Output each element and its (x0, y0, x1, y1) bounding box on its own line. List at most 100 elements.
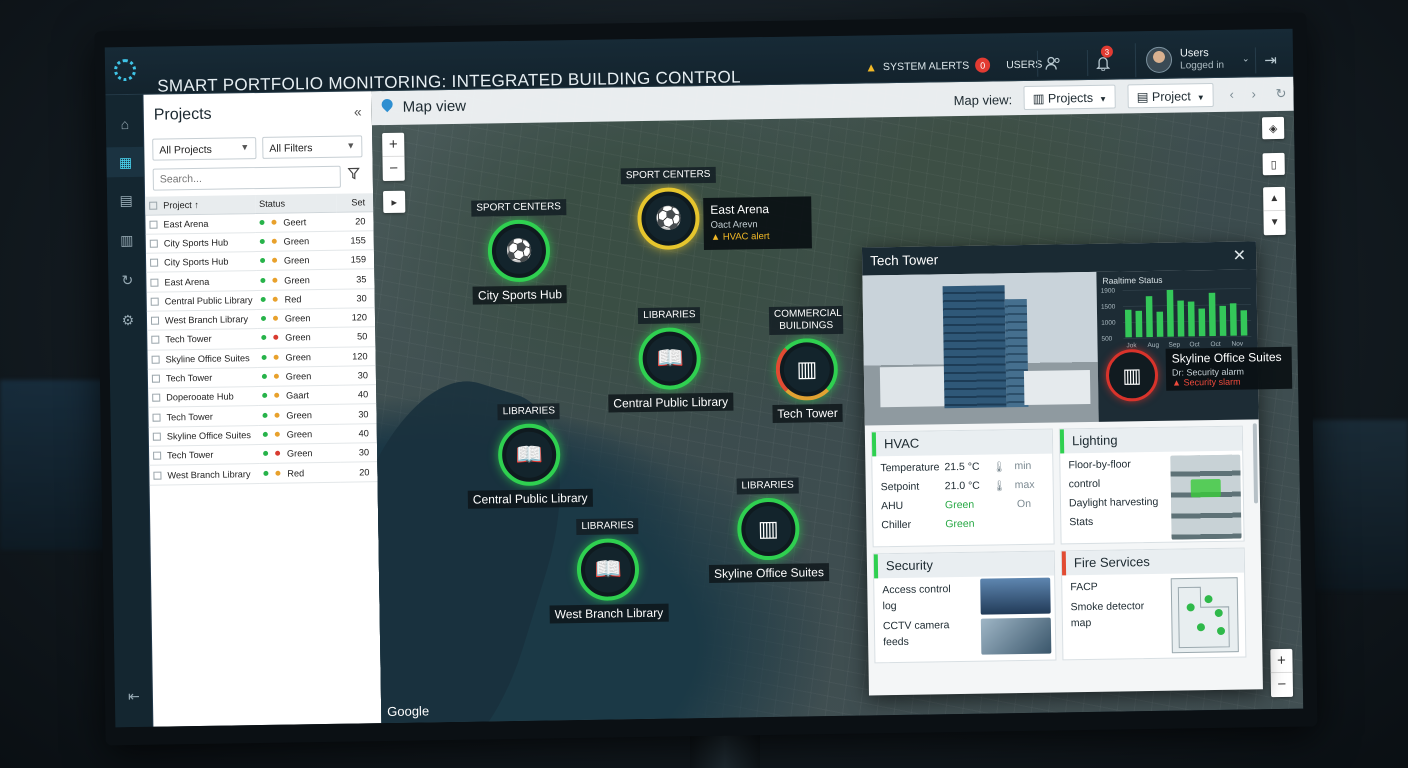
fire-item: Smoke detector (1070, 600, 1145, 614)
google-attribution: Google (387, 703, 430, 720)
column-status[interactable]: Status (254, 193, 336, 214)
checkbox[interactable] (149, 201, 158, 210)
pan-down-button[interactable]: ▼ (1263, 211, 1285, 235)
zoom-in-button[interactable]: + (382, 132, 405, 158)
logout-icon[interactable]: ⇤ (115, 681, 153, 712)
project-dropdown[interactable]: ▤ Project ▼ (1127, 82, 1214, 109)
checkbox[interactable] (151, 374, 160, 383)
marker-tech-tower[interactable]: COMMERCIAL BUILDINGS ▥ Tech Tower (768, 305, 845, 423)
collapse-icon[interactable]: « (354, 103, 362, 119)
filter-icon[interactable] (347, 167, 360, 182)
status-dot-green (260, 316, 266, 322)
warning-icon: ▲ (865, 59, 878, 74)
skyline-card: Skyline Office Suites Dr: Security alarm… (1165, 346, 1293, 391)
home-icon[interactable]: ⌂ (106, 109, 144, 140)
marker-central-public-library-1[interactable]: LIBRARIES 📖 Central Public Library (607, 304, 734, 413)
y-tick-label: 1900 (1101, 288, 1116, 295)
status-cell: Gaart (257, 385, 339, 407)
hvac-extra: On (1016, 497, 1032, 511)
projects-table: Project ↑ Status Set East Arena Geert 20 Ci… (145, 193, 378, 485)
users-icon[interactable] (1036, 50, 1068, 77)
warning-icon: ▲ (1172, 377, 1184, 388)
settings-icon[interactable]: ⚙ (109, 305, 147, 336)
projects-panel: Projects « All Projects ▼ All Filters ▼ … (143, 91, 382, 727)
checkbox[interactable] (153, 471, 162, 480)
checkbox[interactable] (150, 316, 160, 325)
set-cell: 40 (339, 423, 377, 444)
status-text: Green (285, 351, 312, 363)
status-ring: ▥ (736, 497, 800, 561)
marker-east-arena[interactable]: SPORT CENTERS ⚽ (620, 164, 717, 251)
marker-city-sports-hub[interactable]: SPORT CENTERS ⚽ City Sports Hub (471, 196, 568, 305)
map-book-icon[interactable]: ▯ (1262, 152, 1285, 176)
zoom-in-button[interactable]: + (1270, 648, 1293, 674)
status-ring: 📖 (638, 327, 702, 391)
map-view-label: Map view: (953, 92, 1013, 109)
detail-scrollbar[interactable] (1252, 423, 1259, 504)
marker-skyline-office-suites[interactable]: LIBRARIES ▥ Skyline Office Suites (708, 474, 830, 583)
column-set[interactable]: Set (335, 193, 374, 212)
chart-bar (1145, 296, 1153, 338)
checkbox[interactable] (150, 278, 159, 287)
layers-icon[interactable]: ◈ (1261, 116, 1285, 140)
search-input[interactable] (152, 165, 341, 191)
status-dot-green (262, 451, 269, 457)
thermometer-icon: 🌡 (992, 461, 1006, 474)
bell-icon[interactable]: 3 (1086, 45, 1118, 76)
checkbox[interactable] (150, 297, 159, 306)
checkbox[interactable] (151, 336, 160, 345)
projects-dropdown[interactable]: ▥ Projects ▼ (1023, 84, 1117, 110)
status-dot-alert (273, 373, 279, 379)
status-text: Green (284, 313, 311, 324)
checkbox[interactable] (150, 258, 159, 267)
soccer-ball-icon: ⚽ (495, 227, 543, 275)
table-row[interactable]: West Branch Library Red 20 (149, 462, 378, 485)
sync-icon[interactable]: ↻ (108, 265, 146, 296)
checkbox[interactable] (152, 413, 161, 422)
logout-icon[interactable]: ⇥ (1254, 46, 1286, 74)
pan-up-button[interactable]: ▲ (1263, 186, 1286, 212)
map-view[interactable]: Map view Map view: ▥ Projects ▼ ▤ Project… (371, 76, 1304, 724)
skyline-alert[interactable]: ▥ Skyline Office Suites Dr: Security ala… (1105, 346, 1293, 405)
checkbox[interactable] (151, 355, 160, 364)
project-name: Skyline Office Suites (165, 352, 250, 365)
system-alerts[interactable]: ▲ SYSTEM ALERTS 0 USERS (865, 57, 1042, 75)
status-ring: ▥ (775, 337, 839, 401)
chevron-right-icon[interactable]: › (1251, 86, 1256, 101)
status-dot-alert (271, 257, 277, 264)
status-dot-green (262, 393, 268, 399)
refresh-icon[interactable]: ↻ (1275, 86, 1286, 102)
checkbox[interactable] (153, 451, 162, 460)
bar-chart-icon[interactable]: ▥ (108, 225, 146, 256)
list-icon[interactable]: ▤ (107, 185, 145, 216)
hvac-value: Green (944, 498, 975, 512)
lighting-floor-highlight (1190, 478, 1221, 498)
status-dot-alert (272, 315, 278, 321)
chevron-left-icon[interactable]: ‹ (1229, 87, 1234, 102)
checkbox[interactable] (149, 220, 158, 229)
zoom-out-button[interactable]: − (1271, 673, 1293, 697)
close-icon[interactable]: ✕ (1233, 246, 1247, 266)
column-project[interactable]: Project ↑ (145, 195, 256, 215)
status-dot-green (262, 412, 268, 418)
checkbox[interactable] (149, 239, 158, 248)
fire-title: Fire Services (1061, 548, 1245, 576)
security-section: Security Access control log CCTV camera … (872, 550, 1057, 664)
filters-select[interactable]: All Filters ▼ (262, 135, 363, 159)
zoom-out-button[interactable]: − (382, 157, 404, 181)
status-dot-green (261, 335, 267, 341)
status-dot-green (259, 219, 265, 225)
projects-select[interactable]: All Projects ▼ (152, 137, 257, 161)
user-menu[interactable]: Users Logged in ⌄ (1134, 41, 1250, 78)
fire-item: FACP (1070, 580, 1098, 594)
marker-category: SPORT CENTERS (471, 199, 567, 217)
marker-west-branch-library[interactable]: LIBRARIES 📖 West Branch Library (548, 515, 669, 624)
set-cell: 120 (337, 346, 376, 367)
checkbox[interactable] (152, 432, 161, 441)
layers-toggle-icon[interactable]: ▸ (383, 190, 406, 214)
marker-central-public-library-2[interactable]: LIBRARIES 📖 Central Public Library (466, 400, 593, 509)
checkbox[interactable] (152, 393, 161, 403)
y-tick-label: 1000 (1101, 320, 1116, 327)
dashboard-icon[interactable]: ▦ (106, 146, 145, 178)
status-cell: Green (258, 443, 340, 464)
